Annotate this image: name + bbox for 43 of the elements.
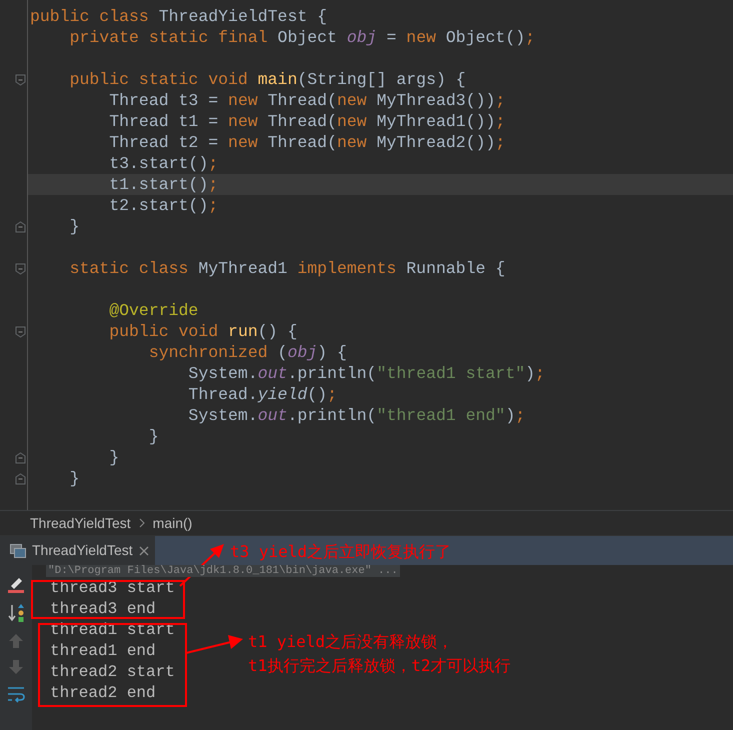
annotation-note: t3 yield之后立即恢复执行了	[230, 541, 452, 563]
code-line: }	[108, 448, 120, 467]
code-line: }	[68, 469, 80, 488]
breadcrumb[interactable]: ThreadYieldTest	[30, 512, 131, 534]
fold-marker-icon[interactable]	[15, 326, 26, 338]
code-line: Thread.yield();	[187, 385, 337, 404]
code-line: t2.start();	[108, 196, 218, 215]
code-line: public static void main(String[] args) {	[68, 70, 466, 89]
eraser-icon[interactable]	[7, 575, 25, 593]
code-line: System.out.println("thread1 end");	[187, 406, 526, 425]
run-tab[interactable]: ThreadYieldTest	[0, 536, 155, 565]
code-line: t1.start();	[108, 175, 218, 194]
console-line: thread3 start	[50, 579, 175, 597]
code-line: System.out.println("thread1 start");	[187, 364, 545, 383]
code-line: private static final Object obj = new Object();	[68, 28, 536, 47]
fold-marker-icon[interactable]	[15, 74, 26, 86]
console-line: thread2 end	[50, 684, 156, 702]
breadcrumb[interactable]: main()	[152, 512, 192, 534]
console-window-icon	[10, 544, 26, 558]
code-line: }	[68, 217, 80, 236]
console-command: "D:\Program Files\Java\jdk1.8.0_181\bin\java.exe" ...	[46, 565, 400, 577]
console-line: thread1 end	[50, 642, 156, 660]
chevron-icon	[138, 518, 145, 528]
console-line: thread2 start	[50, 663, 175, 681]
fold-marker-icon[interactable]	[15, 452, 26, 464]
fold-marker-icon[interactable]	[15, 472, 26, 484]
code-line: public void run() {	[108, 322, 298, 341]
console-line: thread3 end	[50, 600, 156, 618]
code-line: synchronized (obj) {	[148, 343, 347, 362]
wrap-icon[interactable]	[6, 685, 26, 703]
code-line: Thread t1 = new Thread(new MyThread1());	[108, 112, 506, 131]
code-line: }	[148, 427, 159, 446]
close-icon[interactable]	[138, 546, 149, 556]
code-line: Thread t2 = new Thread(new MyThread2());	[108, 133, 506, 152]
code-line: static class MyThread1 implements Runnable {	[68, 259, 506, 278]
annotation-note: t1 yield之后没有释放锁， t1执行完之后释放锁，t2才可以执行	[248, 631, 511, 677]
sort-icon[interactable]	[7, 603, 25, 623]
code-line: t3.start();	[108, 154, 218, 173]
code-line: Thread t3 = new Thread(new MyThread3());	[108, 91, 506, 110]
fold-marker-icon[interactable]	[15, 220, 26, 232]
code-line: public class ThreadYieldTest {	[30, 7, 328, 26]
fold-marker-icon[interactable]	[15, 262, 26, 274]
code-line: @Override	[108, 301, 198, 320]
